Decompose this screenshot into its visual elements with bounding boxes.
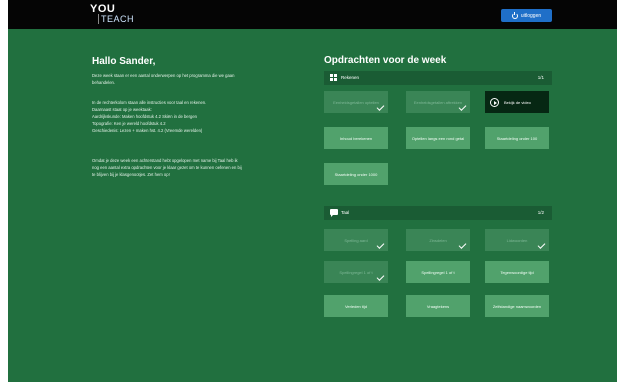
text-line: Geschiedenis: Lezen + maken hst. 4.2 (Vr…	[92, 128, 203, 133]
greeting-heading: Hallo Sander,	[92, 56, 156, 67]
text-line: Topografie: Ken je wereld hoofdstuk 4.2	[92, 121, 166, 126]
tile-label: Vraagtekens	[426, 303, 450, 309]
intro-paragraph-2: In de rechterkolom staan alle instructie…	[92, 99, 302, 134]
tile-inhoud-berekenen[interactable]: Inhoud berekenen	[324, 127, 388, 149]
text-line: Omdat je deze week een achterstand hebt …	[92, 158, 238, 163]
tile-eenheidsgetallen-aftrekken[interactable]: Eenheidsgetallen aftrekken	[406, 91, 470, 113]
tile-label: Lidwoorden	[506, 237, 528, 243]
tile-label: Tegenwoordige tijd	[500, 269, 534, 275]
tile-label: Zinsdelen	[429, 237, 447, 243]
tile-label: Bekijk de video	[504, 99, 531, 105]
checkmark-icon	[376, 273, 385, 281]
logout-label: uitloggen	[520, 12, 542, 19]
text-line: nog een aantal extra opdrachten voor je …	[92, 165, 242, 170]
tile-staartdeling-100[interactable]: Staartdeling onder 100	[485, 127, 549, 149]
top-bar: YOU TEACH uitloggen	[8, 0, 617, 29]
panel-header-rekenen[interactable]: Rekenen 1/1	[324, 71, 552, 85]
tile-vraagtekens[interactable]: Vraagtekens	[406, 295, 470, 317]
text-line: Aardrijkskunde: Maken hoofdstuk 4.2 Skië…	[92, 114, 197, 119]
power-icon	[511, 11, 518, 19]
tile-spelling-aard[interactable]: Spelling aard	[324, 229, 388, 251]
panel-name: Rekenen	[341, 75, 360, 80]
assignments-title: Opdrachten voor de week	[324, 55, 447, 66]
tile-label: Eenheidsgetallen aftrekken	[413, 99, 463, 105]
speech-bubble-icon	[330, 209, 338, 217]
tile-spellingregel-done[interactable]: Spellingregel 1 of t	[324, 261, 388, 283]
text-line: In de rechterkolom staan alle instructie…	[92, 100, 207, 105]
tile-label: Staartdeling onder 100	[496, 135, 538, 141]
play-icon	[490, 97, 499, 107]
calculator-grid-icon	[330, 74, 337, 81]
panel-progress-count: 1/2	[537, 210, 544, 215]
app-screen: YOU TEACH uitloggen Hallo Sander, Deze w…	[8, 0, 617, 382]
tile-spellingregel[interactable]: Spellingregel 1 of t	[406, 261, 470, 283]
panel-name: Taal	[341, 210, 350, 215]
tile-label: Optellen langs een rond getal	[411, 135, 465, 141]
watch-video-button[interactable]: Bekijk de video	[485, 91, 549, 113]
checkmark-icon	[458, 241, 467, 249]
logout-button[interactable]: uitloggen	[501, 9, 552, 22]
text-line: Deze week staan er een aantal onderwerpe…	[92, 73, 235, 78]
tile-label: Zelfstandige naamwoorden	[492, 303, 542, 309]
tile-label: Staartdeling onder 1000	[334, 171, 378, 177]
tile-staartdeling-1000[interactable]: Staartdeling onder 1000	[324, 163, 388, 185]
panel-header-taal[interactable]: Taal 1/2	[324, 206, 552, 220]
logo-line-2: TEACH	[98, 14, 134, 24]
intro-paragraph-1: Deze week staan er een aantal onderwerpe…	[92, 72, 302, 86]
tile-label: Spelling aard	[344, 237, 368, 243]
tile-label: Eenheidsgetallen optellen	[333, 99, 379, 105]
tile-label: Spellingregel 1 of t	[339, 269, 373, 275]
tile-eenheidsgetallen-optellen[interactable]: Eenheidsgetallen optellen	[324, 91, 388, 113]
text-line: te blijven bij je klasgenootjes. Zet hem…	[92, 172, 170, 177]
tile-lidwoorden[interactable]: Lidwoorden	[485, 229, 549, 251]
text-line: behandelen.	[92, 80, 116, 85]
checkmark-icon	[376, 241, 385, 249]
tile-zelfstandige-naamwoorden[interactable]: Zelfstandige naamwoorden	[485, 295, 549, 317]
tile-tegenwoordige-tijd[interactable]: Tegenwoordige tijd	[485, 261, 549, 283]
you-teach-logo[interactable]: YOU TEACH	[90, 2, 150, 27]
tile-label: Verleden tijd	[344, 303, 367, 309]
text-line: Daarnaast staat op je weektaak:	[92, 107, 152, 112]
tile-verleden-tijd[interactable]: Verleden tijd	[324, 295, 388, 317]
tile-optellen-rond-getal[interactable]: Optellen langs een rond getal	[406, 127, 470, 149]
tile-zinsdelen[interactable]: Zinsdelen	[406, 229, 470, 251]
checkmark-icon	[537, 241, 546, 249]
tile-label: Inhoud berekenen	[339, 135, 373, 141]
tile-label: Spellingregel 1 of t	[421, 269, 455, 275]
panel-progress-count: 1/1	[537, 75, 544, 80]
intro-paragraph-3: Omdat je deze week een achterstand hebt …	[92, 157, 302, 178]
